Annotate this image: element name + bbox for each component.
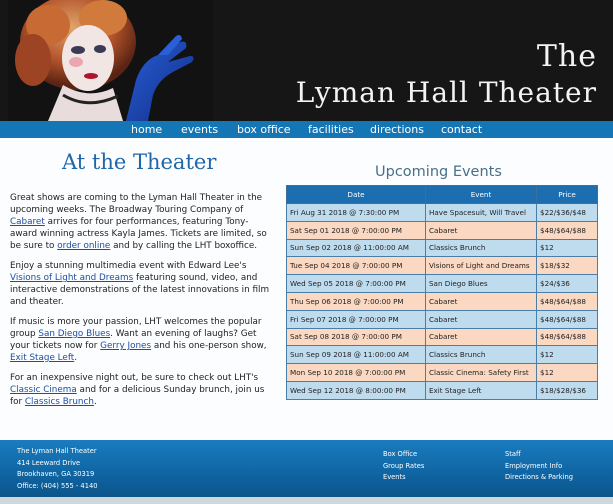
table-row: Thu Sep 06 2018 @ 7:00:00 PM Cabaret $48/$… <box>286 291 598 311</box>
nav-home[interactable]: home <box>131 122 162 137</box>
nav-directions[interactable]: directions <box>370 122 424 137</box>
event-name: Cabaret <box>425 309 537 329</box>
footer-theater-name: The Lyman Hall Theater <box>17 447 97 455</box>
table-row: Sun Sep 09 2018 @ 11:00:00 AM Classics Br… <box>286 345 598 365</box>
event-name: Visions of Light and Dreams <box>425 256 537 276</box>
event-name: Classic Cinema: Safety First <box>425 363 537 382</box>
link-order-online[interactable]: order online <box>57 241 110 251</box>
text: Enjoy a stunning multimedia event with E… <box>10 261 247 271</box>
event-name: Exit Stage Left <box>425 380 537 400</box>
event-date: Fri Sep 07 2018 @ 7:00:00 PM <box>286 309 426 329</box>
events-table: Date Event Price Fri Aug 31 2018 @ 7:30:… <box>286 185 598 400</box>
footer-link-staff[interactable]: Staff <box>505 449 573 461</box>
table-header-row: Date Event Price <box>286 185 598 204</box>
event-date: Wed Sep 05 2018 @ 7:00:00 PM <box>286 274 426 293</box>
footer-link-group-rates[interactable]: Group Rates <box>383 461 424 473</box>
event-name: Cabaret <box>425 327 537 347</box>
performer-photo <box>8 0 213 121</box>
event-price: $24/$36 <box>536 274 598 293</box>
footer-links-col2: Staff Employment Info Directions & Parki… <box>505 449 573 484</box>
event-price: $48/$64/$88 <box>536 220 598 240</box>
nav-events[interactable]: events <box>181 122 218 137</box>
text: and by calling the LHT boxoffice. <box>110 241 258 251</box>
text: Great shows are coming to the Lyman Hall… <box>10 193 263 215</box>
column-header-event: Event <box>425 185 537 204</box>
event-name: San Diego Blues <box>425 274 537 293</box>
text: . <box>93 397 97 407</box>
table-row: Mon Sep 10 2018 @ 7:00:00 PM Classic Cine… <box>286 363 598 382</box>
paragraph-visions: Enjoy a stunning multimedia event with E… <box>10 260 270 308</box>
event-date: Sun Sep 09 2018 @ 11:00:00 AM <box>286 345 426 365</box>
table-row: Sat Sep 08 2018 @ 7:00:00 PM Cabaret $48/$… <box>286 327 598 347</box>
events-title: Upcoming Events <box>375 164 502 180</box>
link-classics-brunch[interactable]: Classics Brunch <box>25 397 94 407</box>
nav-contact[interactable]: contact <box>441 122 482 137</box>
link-san-diego-blues[interactable]: San Diego Blues <box>38 329 110 339</box>
site-title-line1: The <box>536 39 597 74</box>
event-price: $22/$36/$48 <box>536 203 598 222</box>
event-date: Fri Aug 31 2018 @ 7:30:00 PM <box>286 203 426 222</box>
footer-link-events[interactable]: Events <box>383 472 424 484</box>
event-price: $12 <box>536 345 598 365</box>
text: . <box>74 353 78 363</box>
link-cabaret[interactable]: Cabaret <box>10 217 45 227</box>
link-visions[interactable]: Visions of Light and Dreams <box>10 273 133 283</box>
event-name: Cabaret <box>425 220 537 240</box>
footer-city: Brookhaven, GA 30319 <box>17 470 95 479</box>
paragraph-cinema: For an inexpensive night out, be sure to… <box>10 372 270 408</box>
event-name: Classics Brunch <box>425 238 537 258</box>
event-date: Sun Sep 02 2018 @ 11:00:00 AM <box>286 238 426 258</box>
paragraph-cabaret: Great shows are coming to the Lyman Hall… <box>10 192 270 252</box>
event-date: Mon Sep 10 2018 @ 7:00:00 PM <box>286 363 426 382</box>
paragraph-music: If music is more your passion, LHT welco… <box>10 316 270 364</box>
footer-link-employment-info[interactable]: Employment Info <box>505 461 573 473</box>
footer-phone: Office: (404) 555 - 4140 <box>17 481 98 490</box>
page: The Lyman Hall Theater home events box o… <box>0 0 613 504</box>
column-header-price: Price <box>536 185 598 204</box>
event-price: $48/$64/$88 <box>536 291 598 311</box>
event-name: Have Spacesuit, Will Travel <box>425 203 537 222</box>
table-row: Fri Aug 31 2018 @ 7:30:00 PM Have Spacesu… <box>286 203 598 222</box>
event-price: $12 <box>536 238 598 258</box>
event-date: Tue Sep 04 2018 @ 7:00:00 PM <box>286 256 426 276</box>
event-name: Classics Brunch <box>425 345 537 365</box>
event-name: Cabaret <box>425 291 537 311</box>
events-body: Fri Aug 31 2018 @ 7:30:00 PM Have Spacesu… <box>286 203 598 400</box>
event-price: $18/$28/$36 <box>536 380 598 400</box>
event-date: Sat Sep 01 2018 @ 7:00:00 PM <box>286 220 426 240</box>
intro-text: Great shows are coming to the Lyman Hall… <box>10 192 270 416</box>
event-price: $48/$64/$88 <box>536 327 598 347</box>
table-row: Fri Sep 07 2018 @ 7:00:00 PM Cabaret $48/$… <box>286 309 598 329</box>
footer-link-box-office[interactable]: Box Office <box>383 449 424 461</box>
footer-street: 414 Leeward Drive <box>17 458 81 467</box>
link-classic-cinema[interactable]: Classic Cinema <box>10 385 77 395</box>
footer-address: The Lyman Hall Theater 414 Leeward Drive… <box>17 446 97 492</box>
table-row: Sun Sep 02 2018 @ 11:00:00 AM Classics Br… <box>286 238 598 258</box>
nav-box-office[interactable]: box office <box>237 122 291 137</box>
event-price: $48/$64/$88 <box>536 309 598 329</box>
event-date: Wed Sep 12 2018 @ 8:00:00 PM <box>286 380 426 400</box>
column-header-date: Date <box>286 185 426 204</box>
footer-links-col1: Box Office Group Rates Events <box>383 449 424 484</box>
text: and his one-person show, <box>151 341 267 351</box>
event-date: Thu Sep 06 2018 @ 7:00:00 PM <box>286 291 426 311</box>
event-date: Sat Sep 08 2018 @ 7:00:00 PM <box>286 327 426 347</box>
main-nav: home events box office facilities direct… <box>0 121 613 138</box>
footer-link-directions-parking[interactable]: Directions & Parking <box>505 472 573 484</box>
link-exit-stage-left[interactable]: Exit Stage Left <box>10 353 74 363</box>
event-price: $12 <box>536 363 598 382</box>
table-row: Tue Sep 04 2018 @ 7:00:00 PM Visions of L… <box>286 256 598 276</box>
site-banner: The Lyman Hall Theater <box>0 0 613 121</box>
site-title-line2: Lyman Hall Theater <box>295 76 597 109</box>
event-price: $18/$32 <box>536 256 598 276</box>
nav-facilities[interactable]: facilities <box>308 122 354 137</box>
table-row: Wed Sep 12 2018 @ 8:00:00 PM Exit Stage L… <box>286 380 598 400</box>
text: For an inexpensive night out, be sure to… <box>10 373 259 383</box>
link-gerry-jones[interactable]: Gerry Jones <box>100 341 151 351</box>
bottom-bar <box>0 497 613 504</box>
table-row: Sat Sep 01 2018 @ 7:00:00 PM Cabaret $48/$… <box>286 220 598 240</box>
table-row: Wed Sep 05 2018 @ 7:00:00 PM San Diego Bl… <box>286 274 598 293</box>
page-title: At the Theater <box>62 150 217 174</box>
